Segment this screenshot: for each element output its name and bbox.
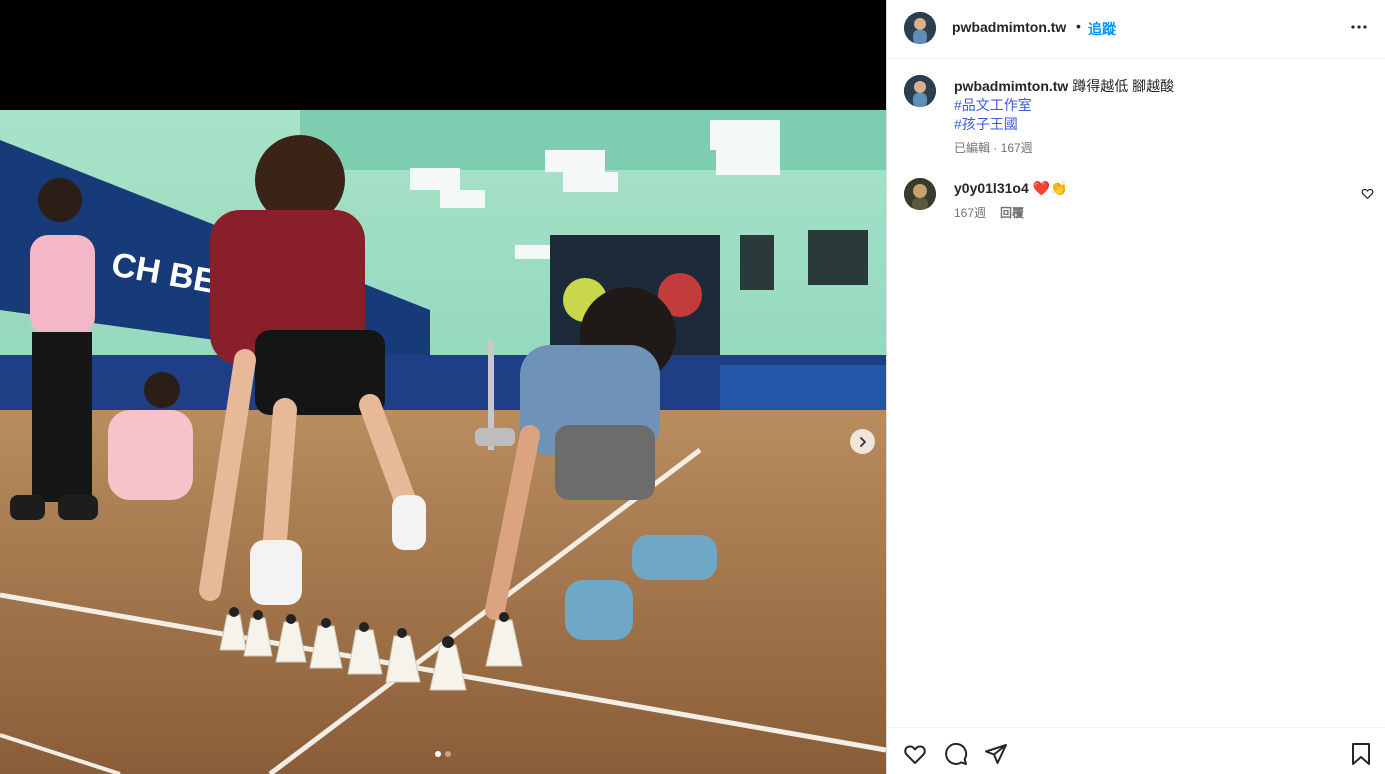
bookmark-icon[interactable] — [1350, 742, 1372, 769]
hashtag-link[interactable]: #孩子王國 — [954, 115, 1374, 134]
caption-author-avatar[interactable] — [904, 75, 936, 107]
carousel-dot-2 — [445, 751, 451, 757]
header-separator: • — [1076, 18, 1081, 34]
comment-time: 167週 — [954, 206, 987, 220]
comment-body: y0y01l31o4 ❤️👏 167週 回覆 — [954, 179, 1068, 223]
comment-item: y0y01l31o4 ❤️👏 167週 回覆 — [904, 177, 1374, 227]
post-details-panel: pwbadmimton.tw • 追蹤 pwbadmimton.tw 蹲得越低 … — [886, 0, 1385, 774]
follow-button[interactable]: 追蹤 — [1088, 19, 1116, 39]
carousel-next-button[interactable] — [850, 429, 875, 454]
send-icon[interactable] — [984, 742, 1008, 769]
caption-username[interactable]: pwbadmimton.tw — [954, 78, 1068, 94]
comment-text: ❤️👏 — [1032, 180, 1068, 196]
caption-body: pwbadmimton.tw 蹲得越低 腳越酸 #品文工作室 #孩子王國 已編輯… — [954, 77, 1374, 156]
more-options-icon[interactable] — [1350, 18, 1368, 39]
caption-meta: 已編輯 · 167週 — [954, 141, 1033, 155]
heart-icon[interactable] — [903, 742, 927, 769]
post-header: pwbadmimton.tw • 追蹤 — [887, 0, 1385, 59]
post-media: CH BEYO — [0, 0, 886, 774]
post-photo: CH BEYO — [0, 110, 886, 774]
commenter-username[interactable]: y0y01l31o4 — [954, 180, 1029, 196]
comment-like-icon[interactable] — [1361, 187, 1374, 203]
reply-button[interactable]: 回覆 — [1000, 204, 1024, 223]
comment-icon[interactable] — [944, 742, 968, 769]
caption-text: 蹲得越低 腳越酸 — [1072, 78, 1175, 94]
carousel-indicator — [435, 751, 451, 757]
commenter-avatar[interactable] — [904, 178, 936, 210]
post-actions-bar — [887, 727, 1385, 774]
author-avatar[interactable] — [904, 12, 936, 44]
hashtag-link[interactable]: #品文工作室 — [954, 96, 1374, 115]
author-username[interactable]: pwbadmimton.tw — [952, 19, 1066, 35]
carousel-dot-1 — [435, 751, 441, 757]
chevron-right-icon — [859, 436, 866, 447]
